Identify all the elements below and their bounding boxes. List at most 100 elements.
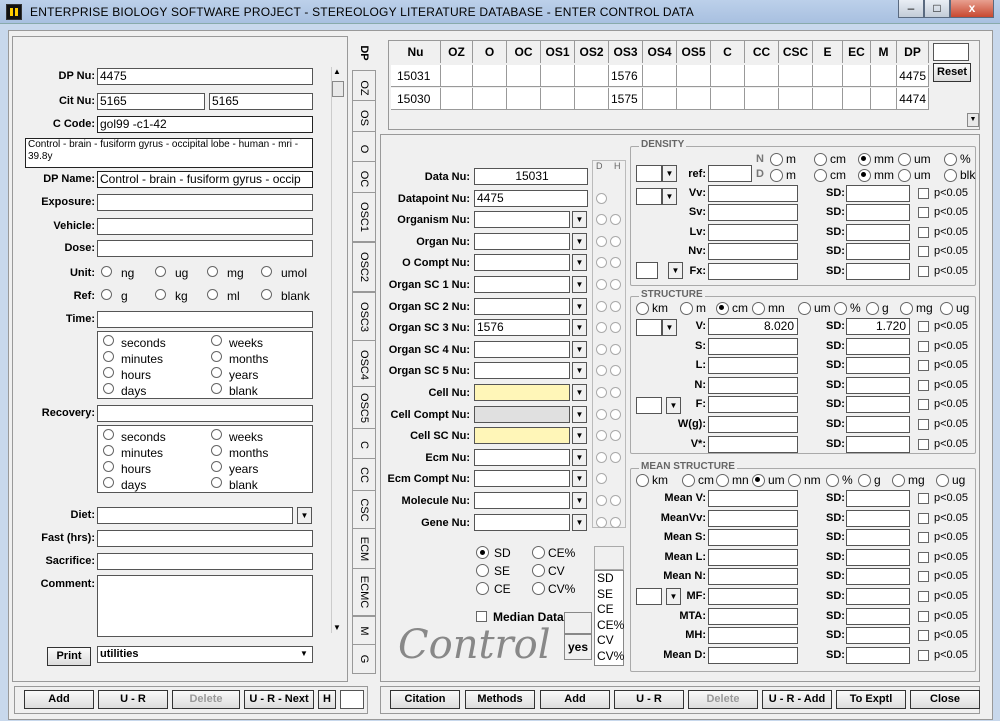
- grid-header-4[interactable]: OS1: [541, 41, 575, 63]
- unit-radio-st-7[interactable]: [900, 302, 913, 315]
- time-radio-months[interactable]: [211, 351, 222, 362]
- p-checkbox-ms-3[interactable]: [918, 551, 929, 563]
- h-radio-6[interactable]: [610, 300, 621, 312]
- field-input-10[interactable]: [474, 384, 570, 401]
- d-radio-11[interactable]: [596, 408, 607, 420]
- grid-header-7[interactable]: OS4: [643, 41, 677, 63]
- tab-csc[interactable]: CSC: [352, 490, 376, 530]
- row-value-ms-6[interactable]: [708, 607, 798, 625]
- grid-cell[interactable]: 4475: [897, 65, 929, 87]
- maximize-button[interactable]: □: [924, 0, 950, 18]
- grid-header-2[interactable]: O: [473, 41, 507, 63]
- grid-cell[interactable]: [813, 88, 843, 110]
- recovery-radio-seconds[interactable]: [103, 429, 114, 440]
- field-input-16[interactable]: [474, 513, 570, 531]
- p-checkbox-str-4[interactable]: [918, 399, 929, 411]
- unit-radio-dd-1[interactable]: [814, 169, 827, 182]
- time-radio-hours[interactable]: [103, 367, 114, 378]
- field-dropdown-icon-10[interactable]: ▼: [572, 384, 587, 401]
- tab-ecmc[interactable]: ECMC: [352, 568, 376, 616]
- unit-radio-ms-2[interactable]: [716, 474, 729, 487]
- sd-value-ms-2[interactable]: [846, 529, 910, 547]
- h-button[interactable]: H: [318, 690, 336, 709]
- field-dropdown-icon-16[interactable]: ▼: [572, 513, 587, 531]
- grid-header-5[interactable]: OS2: [575, 41, 609, 63]
- unit-radio-dn-3[interactable]: [898, 153, 911, 166]
- grid-cell[interactable]: [541, 65, 575, 87]
- ref-radio-kg[interactable]: [155, 289, 166, 300]
- h-field[interactable]: [340, 690, 364, 709]
- stat-radio-ce[interactable]: [476, 582, 489, 595]
- time-radio-years[interactable]: [211, 367, 222, 378]
- sd-value-ms-7[interactable]: [846, 627, 910, 645]
- unit-radio-dd-3[interactable]: [898, 169, 911, 182]
- field-dropdown-icon-14[interactable]: ▼: [572, 470, 587, 488]
- tab-cc[interactable]: CC: [352, 458, 376, 492]
- h-radio-5[interactable]: [610, 279, 621, 290]
- methods-button[interactable]: Methods: [465, 690, 535, 709]
- recovery-radio-blank[interactable]: [211, 477, 222, 488]
- p-checkbox-ms-5[interactable]: [918, 591, 929, 602]
- recovery-radio-hours[interactable]: [103, 461, 114, 472]
- field-input-15[interactable]: [474, 492, 570, 509]
- stat-radio-se[interactable]: [476, 564, 489, 577]
- delete-button[interactable]: Delete: [172, 690, 240, 709]
- field-dropdown-icon-13[interactable]: ▼: [572, 448, 587, 466]
- row-value-ms-0[interactable]: [708, 490, 798, 507]
- stat-list[interactable]: SD SE CE CE% CV CV%: [594, 570, 624, 666]
- sd-value-ms-0[interactable]: [846, 490, 910, 507]
- grid-cell[interactable]: [843, 65, 871, 87]
- utilities-select[interactable]: utilities: [97, 646, 313, 663]
- p-checkbox-dens-0[interactable]: [918, 188, 929, 199]
- row-value-ms-2[interactable]: [708, 529, 798, 547]
- description-field[interactable]: Control - brain - fusiform gyrus - occip…: [25, 138, 313, 168]
- grid-header-9[interactable]: C: [711, 41, 745, 63]
- stat-list-cv[interactable]: CV: [597, 633, 623, 649]
- field-dropdown-icon-7[interactable]: ▼: [572, 319, 587, 337]
- p-checkbox-str-0[interactable]: [918, 321, 929, 332]
- grid-cell[interactable]: [711, 65, 745, 87]
- grid-cell[interactable]: [871, 65, 897, 87]
- row-value-str-5[interactable]: [708, 416, 798, 433]
- unit-radio-dn-1[interactable]: [814, 153, 827, 166]
- ref-radio-ml[interactable]: [207, 289, 218, 300]
- grid-cell[interactable]: [441, 65, 473, 87]
- d-radio-10[interactable]: [596, 387, 607, 398]
- scroll-thumb[interactable]: [332, 81, 344, 97]
- comment-field[interactable]: [97, 575, 313, 637]
- delete-data-button[interactable]: Delete: [688, 690, 758, 709]
- unit-radio-st-2[interactable]: [716, 302, 729, 315]
- grid-cell[interactable]: [813, 65, 843, 87]
- recovery-radio-years[interactable]: [211, 461, 222, 472]
- field-dropdown-icon-9[interactable]: ▼: [572, 362, 587, 380]
- h-radio-11[interactable]: [610, 408, 621, 420]
- ur-button[interactable]: U - R: [98, 690, 168, 709]
- reset-button[interactable]: Reset: [933, 63, 971, 82]
- p-checkbox-ms-1[interactable]: [918, 512, 929, 524]
- row-value-str-3[interactable]: [708, 376, 798, 394]
- field-input-2[interactable]: [474, 211, 570, 229]
- field-dropdown-icon-11[interactable]: ▼: [572, 405, 587, 423]
- unit-radio-ms-4[interactable]: [788, 474, 801, 487]
- d-radio-13[interactable]: [596, 451, 607, 463]
- unit-radio-st-3[interactable]: [752, 302, 765, 315]
- time-radio-blank[interactable]: [211, 383, 222, 394]
- stat-list-ce[interactable]: CE: [597, 602, 623, 618]
- sd-value-dens-1[interactable]: [846, 204, 910, 222]
- stat-radio-cv[interactable]: [532, 564, 545, 577]
- tab-osc3[interactable]: OSC3: [352, 292, 376, 342]
- c-code-field[interactable]: gol99 -c1-42: [97, 116, 313, 133]
- time-radio-seconds[interactable]: [103, 335, 114, 346]
- unit-radio-ms-7[interactable]: [892, 474, 905, 487]
- p-checkbox-ms-8[interactable]: [918, 649, 929, 661]
- tab-c[interactable]: C: [352, 428, 376, 462]
- dp-nu-field[interactable]: 4475: [97, 68, 313, 85]
- density-ref-field[interactable]: [708, 165, 752, 182]
- row-value-ms-3[interactable]: [708, 548, 798, 566]
- ur-data-button[interactable]: U - R: [614, 690, 684, 709]
- sd-value-str-4[interactable]: [846, 396, 910, 414]
- row-value-str-0[interactable]: 8.020: [708, 318, 798, 335]
- field-input-3[interactable]: [474, 232, 570, 250]
- minimize-button[interactable]: –: [898, 0, 924, 18]
- grid-header-15[interactable]: DP: [897, 41, 929, 63]
